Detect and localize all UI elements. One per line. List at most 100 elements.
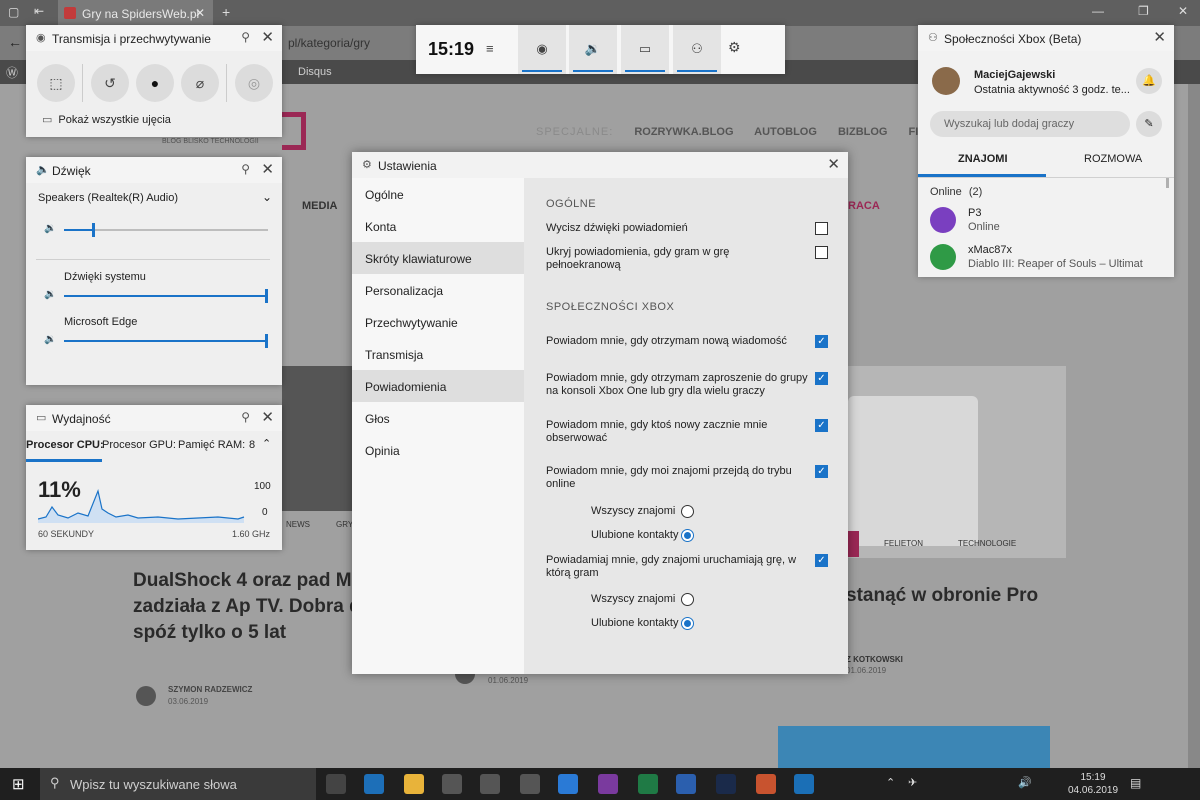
onenote-icon[interactable] xyxy=(598,774,618,794)
photoshop-icon[interactable] xyxy=(716,774,736,794)
messenger-icon[interactable] xyxy=(558,774,578,794)
tab-cpu[interactable]: Procesor CPU: xyxy=(26,439,104,451)
article-author[interactable]: SZYMON RADZEWICZ xyxy=(168,685,252,694)
edge-volume-thumb[interactable] xyxy=(265,334,268,348)
edge-volume-slider[interactable] xyxy=(64,334,268,348)
friend-avatar[interactable] xyxy=(930,244,956,270)
settings-nav-item[interactable]: Opinia xyxy=(352,434,524,466)
excel-icon[interactable] xyxy=(638,774,658,794)
windows-start-icon[interactable]: ⊞ xyxy=(12,775,25,793)
settings-nav-item[interactable]: Konta xyxy=(352,210,524,242)
address-url[interactable]: pl/kategoria/gry xyxy=(288,36,370,50)
close-icon[interactable]: ✕ xyxy=(261,408,274,426)
minimize-icon[interactable]: — xyxy=(1092,4,1104,18)
menu-praca[interactable]: RACA xyxy=(848,200,880,212)
tag-news[interactable]: NEWS xyxy=(286,520,310,529)
compose-button[interactable]: ✎ xyxy=(1136,111,1162,137)
back-arrow-icon[interactable]: ← xyxy=(8,34,22,50)
nav-link[interactable]: ROZRYWKA.BLOG xyxy=(634,126,733,138)
close-icon[interactable]: ✕ xyxy=(1153,28,1166,46)
word-icon[interactable] xyxy=(676,774,696,794)
volume-icon[interactable]: 🔊 xyxy=(1018,776,1032,789)
avatar[interactable] xyxy=(932,67,960,95)
nav-link[interactable]: AUTOBLOG xyxy=(754,126,817,138)
radio-all-friends[interactable] xyxy=(681,593,694,606)
broadcast-button[interactable]: ◎ xyxy=(235,64,273,102)
site-logo[interactable] xyxy=(282,112,306,150)
option-checkbox[interactable] xyxy=(815,246,828,259)
tab-friends[interactable]: ZNAJOMI xyxy=(958,153,1008,165)
action-center-icon[interactable]: ▤ xyxy=(1130,776,1141,790)
settings-nav-item[interactable]: Powiadomienia xyxy=(352,370,524,402)
mic-toggle-button[interactable]: ⌀ xyxy=(181,64,219,102)
tag-technologie[interactable]: TECHNOLOGIE xyxy=(958,539,1016,548)
tray-chevron-icon[interactable]: ⌃ xyxy=(886,776,895,789)
gear-icon[interactable]: ⚙ xyxy=(728,39,741,56)
option-checkbox[interactable]: ✓ xyxy=(815,372,828,385)
option-checkbox[interactable] xyxy=(815,222,828,235)
window-close-icon[interactable]: ✕ xyxy=(1178,4,1188,18)
output-device-select[interactable]: Speakers (Realtek(R) Audio) ⌄ xyxy=(38,190,272,204)
settings-nav-item[interactable]: Transmisja xyxy=(352,338,524,370)
system-sounds-slider[interactable] xyxy=(64,289,268,303)
chevron-up-icon[interactable]: ⌃ xyxy=(262,437,271,450)
restore-icon[interactable]: ❐ xyxy=(1138,4,1149,18)
notifications-button[interactable]: 🔔 xyxy=(1136,68,1162,94)
friend-avatar[interactable] xyxy=(930,207,956,233)
option-checkbox[interactable]: ✓ xyxy=(815,465,828,478)
close-tab-icon[interactable]: ✕ xyxy=(195,6,205,20)
file-explorer-icon[interactable] xyxy=(404,774,424,794)
telegram-icon[interactable]: ✈ xyxy=(908,776,917,789)
chrome-icon[interactable] xyxy=(756,774,776,794)
friend-name[interactable]: P3 xyxy=(968,207,981,219)
performance-widget-button[interactable]: ▭ xyxy=(621,25,669,74)
settings-nav-item[interactable]: Głos xyxy=(352,402,524,434)
option-checkbox[interactable]: ✓ xyxy=(815,419,828,432)
close-icon[interactable]: ✕ xyxy=(827,155,840,173)
settings-nav-item[interactable]: Personalizacja xyxy=(352,274,524,306)
pin-icon[interactable]: ⚲ xyxy=(241,162,250,176)
settings-nav-item[interactable]: Ogólne xyxy=(352,178,524,210)
friend-name[interactable]: xMac87x xyxy=(968,244,1012,256)
master-volume-thumb[interactable] xyxy=(91,223,95,237)
system-sounds-thumb[interactable] xyxy=(265,289,268,303)
tab-back-icon[interactable]: ⇤ xyxy=(34,4,44,18)
tab-chat[interactable]: ROZMOWA xyxy=(1084,153,1142,165)
mail-icon[interactable] xyxy=(442,774,462,794)
menu-media[interactable]: MEDIA xyxy=(302,200,337,212)
tag-gry[interactable]: GRY xyxy=(336,520,353,529)
user-name[interactable]: MaciejGajewski xyxy=(974,69,1055,81)
article-image[interactable] xyxy=(282,366,352,511)
option-checkbox[interactable]: ✓ xyxy=(815,554,828,567)
tab-gpu[interactable]: Procesor GPU: xyxy=(102,439,176,451)
taskbar-search[interactable]: ⚲ Wpisz tu wyszukiwane słowa xyxy=(40,768,316,800)
show-all-captures-link[interactable]: ▭ Pokaż wszystkie ujęcia xyxy=(42,113,171,126)
page-scrollbar[interactable] xyxy=(1188,84,1200,768)
radio-favorites[interactable] xyxy=(681,617,694,630)
tab-more[interactable]: 8 xyxy=(249,439,255,451)
social-widget-button[interactable]: ⚇ xyxy=(673,25,721,74)
start-recording-button[interactable]: ● xyxy=(136,64,174,102)
side-author[interactable]: Z KOTKOWSKI xyxy=(846,655,903,664)
new-tab-icon[interactable]: + xyxy=(222,4,230,20)
side-image-2[interactable] xyxy=(778,726,1050,768)
browser-tab[interactable]: Gry na SpidersWeb.pl ✕ xyxy=(58,0,213,26)
settings-nav-item[interactable]: Skróty klawiaturowe xyxy=(352,242,524,274)
calendar-icon[interactable] xyxy=(480,774,500,794)
nav-link[interactable]: BIZBLOG xyxy=(838,126,888,138)
site-bar-disqus[interactable]: Disqus xyxy=(298,66,332,78)
menu-icon[interactable]: ≡ xyxy=(486,41,494,56)
audio-widget-button[interactable]: 🔉 xyxy=(569,25,617,74)
close-icon[interactable]: ✕ xyxy=(261,28,274,46)
taskbar-clock[interactable]: 15:19 04.06.2019 xyxy=(1068,771,1118,797)
edge-icon[interactable] xyxy=(364,774,384,794)
tab-actions-icon[interactable]: ▢ xyxy=(8,5,19,19)
side-headline[interactable]: stanąć w obronie Pro xyxy=(846,583,1046,608)
tag-felieton[interactable]: FELIETON xyxy=(884,539,923,548)
settings-nav-item[interactable]: Przechwytywanie xyxy=(352,306,524,338)
tab-ram[interactable]: Pamięć RAM: xyxy=(178,439,245,451)
record-last-button[interactable]: ↺ xyxy=(91,64,129,102)
radio-all-friends[interactable] xyxy=(681,505,694,518)
option-checkbox[interactable]: ✓ xyxy=(815,335,828,348)
trello-icon[interactable] xyxy=(794,774,814,794)
